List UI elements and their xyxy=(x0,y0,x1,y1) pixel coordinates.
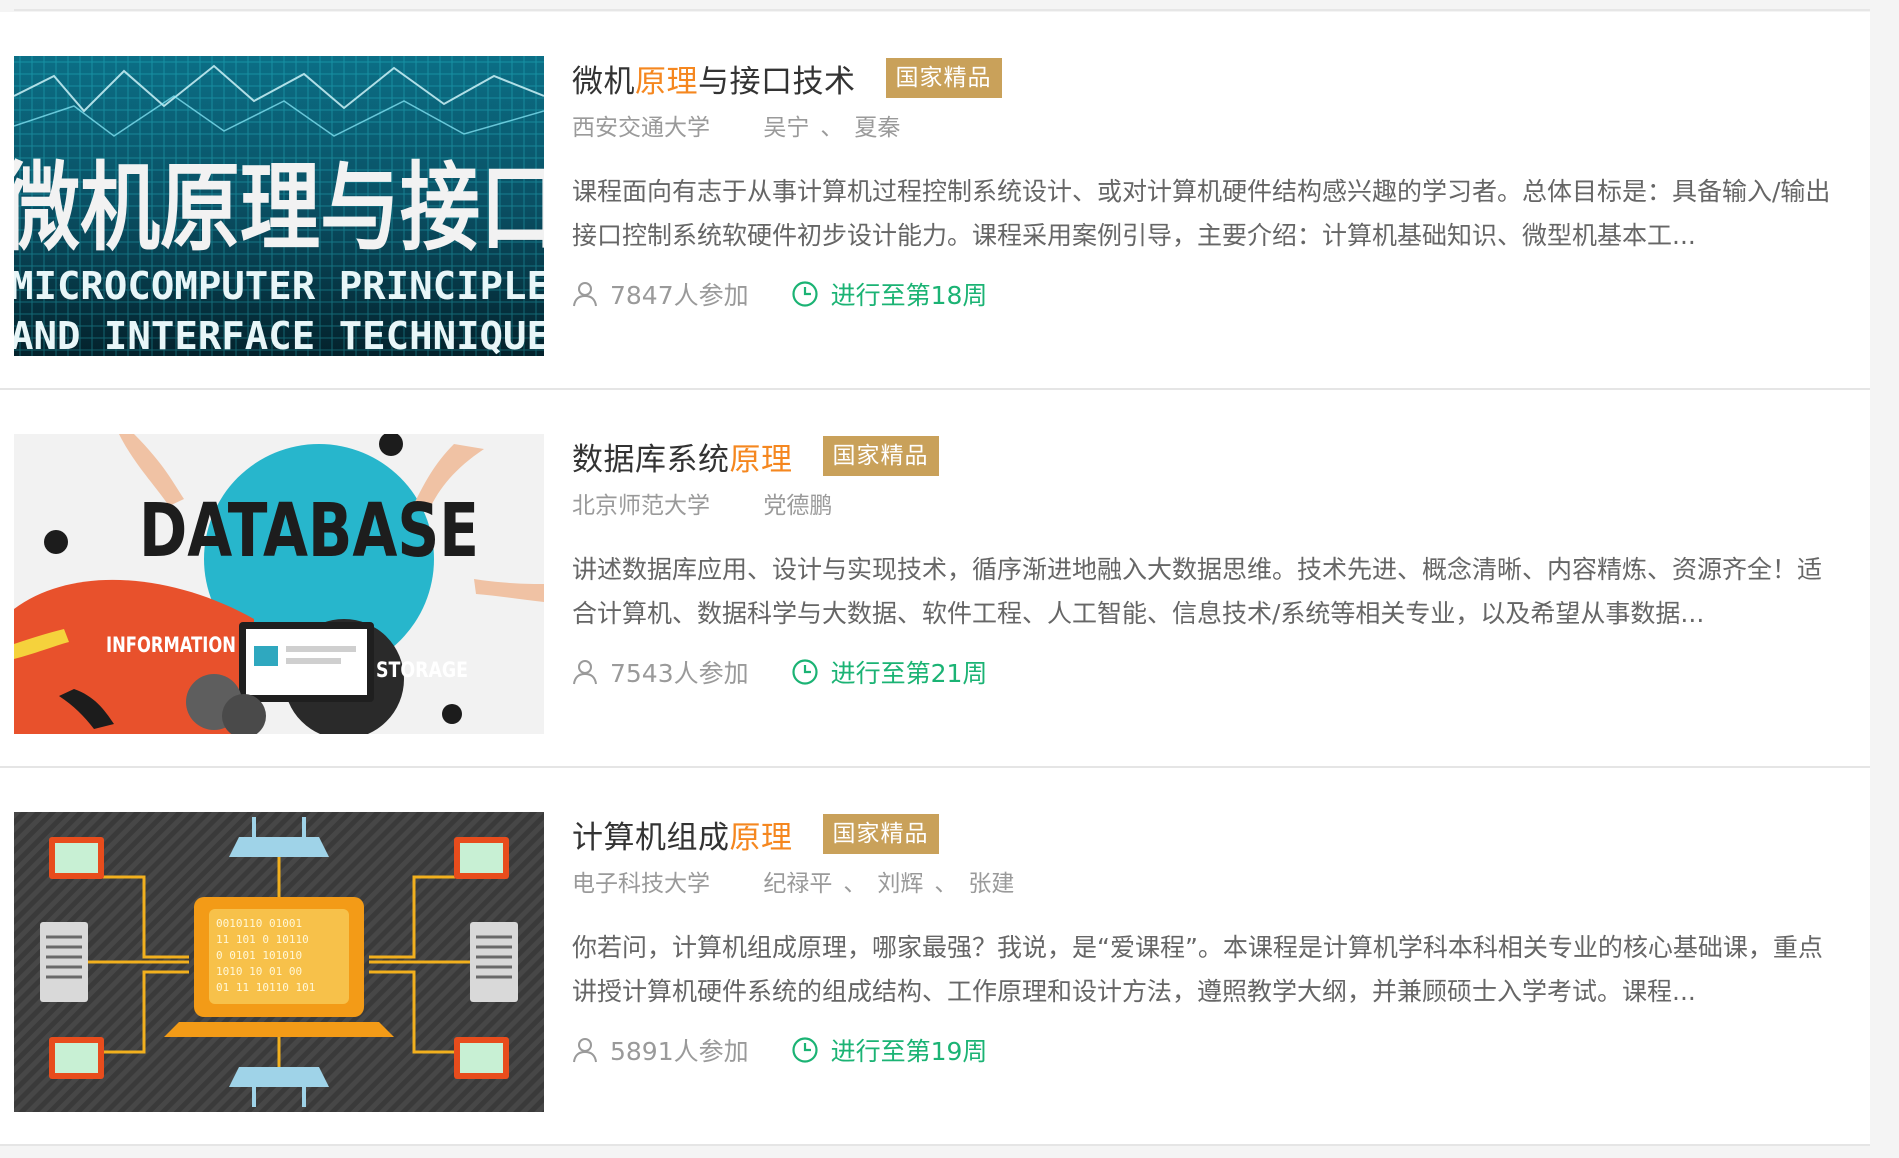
title-keyword-highlight: 原理 xyxy=(729,441,793,478)
course-card[interactable]: 微机原理与接口 MICROCOMPUTER PRINCIPLE AND INTE… xyxy=(0,12,1870,390)
title-row: 微机原理与接口技术 国家精品 xyxy=(572,54,1842,102)
thumbnail-label-right: STORAGE xyxy=(376,658,468,682)
national-quality-badge: 国家精品 xyxy=(885,58,1002,98)
teacher-name: 党德鹏 xyxy=(763,493,833,519)
teacher-name: 刘辉 xyxy=(877,871,924,897)
separator: 、 xyxy=(934,871,958,897)
course-info: 微机原理与接口技术 国家精品 西安交通大学 吴宁、夏秦 课程面向有志于从事计算机… xyxy=(572,54,1842,258)
svg-text:1010 10 01 00: 1010 10 01 00 xyxy=(216,965,302,978)
divider xyxy=(14,9,1870,11)
clock-icon xyxy=(791,1036,819,1064)
course-info: 数据库系统原理 国家精品 北京师范大学 党德鹏 讲述数据库应用、设计与实现技术，… xyxy=(572,432,1842,636)
course-progress: 进行至第18周 xyxy=(791,276,988,312)
teacher-name: 张建 xyxy=(968,871,1015,897)
course-description: 讲述数据库应用、设计与实现技术，循序渐进地融入大数据思维。技术先进、概念清晰、内… xyxy=(572,555,1823,628)
clock-icon xyxy=(791,658,819,686)
course-title[interactable]: 数据库系统原理 xyxy=(572,434,793,479)
course-progress: 进行至第21周 xyxy=(791,654,988,690)
clock-icon xyxy=(791,280,819,308)
course-list: 微机原理与接口 MICROCOMPUTER PRINCIPLE AND INTE… xyxy=(0,0,1870,1158)
course-stats: 7847人参加 进行至第18周 xyxy=(572,274,987,314)
progress-text: 进行至第18周 xyxy=(830,281,988,310)
school-name[interactable]: 电子科技大学 xyxy=(572,864,710,904)
thumbnail-subtitle-line-1: MICROCOMPUTER PRINCIPLE xyxy=(14,264,544,308)
course-title[interactable]: 计算机组成原理 xyxy=(572,812,793,857)
thumbnail-main-text: 微机原理与接口 xyxy=(14,152,544,264)
participant-count: 7847人参加 xyxy=(610,281,749,310)
course-title[interactable]: 微机原理与接口技术 xyxy=(572,56,856,101)
title-keyword-highlight: 原理 xyxy=(635,63,698,100)
course-meta: 西安交通大学 吴宁、夏秦 xyxy=(572,108,1842,148)
course-stats: 7543人参加 进行至第21周 xyxy=(572,652,987,692)
title-part: 与接口技术 xyxy=(698,63,856,100)
thumbnail-main-text: DATABASE xyxy=(139,488,479,574)
course-progress: 进行至第19周 xyxy=(791,1032,988,1068)
title-row: 数据库系统原理 国家精品 xyxy=(572,432,1842,480)
course-thumbnail[interactable]: DATABASE INFORMATION STORAGE xyxy=(14,434,544,734)
title-part: 计算机组成 xyxy=(572,819,730,856)
participant-count: 7543人参加 xyxy=(610,659,749,688)
national-quality-badge: 国家精品 xyxy=(822,436,939,476)
progress-text: 进行至第21周 xyxy=(830,659,988,688)
user-icon xyxy=(572,659,598,685)
course-description: 课程面向有志于从事计算机过程控制系统设计、或对计算机硬件结构感兴趣的学习者。总体… xyxy=(572,177,1831,250)
course-card[interactable]: DATABASE INFORMATION STORAGE 数据库系统原理 国家精… xyxy=(0,390,1870,768)
thumbnail-label-left: INFORMATION xyxy=(106,633,236,657)
school-name[interactable]: 北京师范大学 xyxy=(572,486,710,526)
separator: 、 xyxy=(843,871,867,897)
svg-text:0010110 01001: 0010110 01001 xyxy=(216,917,302,930)
course-description: 你若问，计算机组成原理，哪家最强？我说，是“爱课程”。本课程是计算机学科本科相关… xyxy=(572,933,1823,1006)
svg-text:11 101 0 10110: 11 101 0 10110 xyxy=(216,933,309,946)
participants: 7847人参加 xyxy=(572,276,749,312)
course-stats: 5891人参加 进行至第19周 xyxy=(572,1030,987,1070)
school-name[interactable]: 西安交通大学 xyxy=(572,108,710,148)
national-quality-badge: 国家精品 xyxy=(822,814,939,854)
participants: 7543人参加 xyxy=(572,654,749,690)
teacher-name: 吴宁 xyxy=(763,115,810,141)
course-meta: 电子科技大学 纪禄平、刘辉、张建 xyxy=(572,864,1842,904)
teacher-name: 纪禄平 xyxy=(763,871,833,897)
title-part: 微机 xyxy=(572,63,635,100)
course-card[interactable]: 0010110 01001 11 101 0 10110 0 0101 1010… xyxy=(0,768,1870,1146)
title-keyword-highlight: 原理 xyxy=(729,819,793,856)
course-info: 计算机组成原理 国家精品 电子科技大学 纪禄平、刘辉、张建 你若问，计算机组成原… xyxy=(572,810,1842,1014)
title-row: 计算机组成原理 国家精品 xyxy=(572,810,1842,858)
svg-text:0 0101 101010: 0 0101 101010 xyxy=(216,949,302,962)
participants: 5891人参加 xyxy=(572,1032,749,1068)
course-thumbnail[interactable]: 微机原理与接口 MICROCOMPUTER PRINCIPLE AND INTE… xyxy=(14,56,544,356)
participant-count: 5891人参加 xyxy=(610,1037,749,1066)
svg-text:01 11 10110 101: 01 11 10110 101 xyxy=(216,981,315,994)
title-part: 数据库系统 xyxy=(572,441,730,478)
course-meta: 北京师范大学 党德鹏 xyxy=(572,486,1842,526)
teacher-name: 夏秦 xyxy=(854,115,901,141)
progress-text: 进行至第19周 xyxy=(830,1037,988,1066)
course-thumbnail[interactable]: 0010110 01001 11 101 0 10110 0 0101 1010… xyxy=(14,812,544,1112)
thumbnail-subtitle-line-2: AND INTERFACE TECHNIQUE xyxy=(14,314,544,356)
separator: 、 xyxy=(820,115,844,141)
user-icon xyxy=(572,1037,598,1063)
user-icon xyxy=(572,281,598,307)
